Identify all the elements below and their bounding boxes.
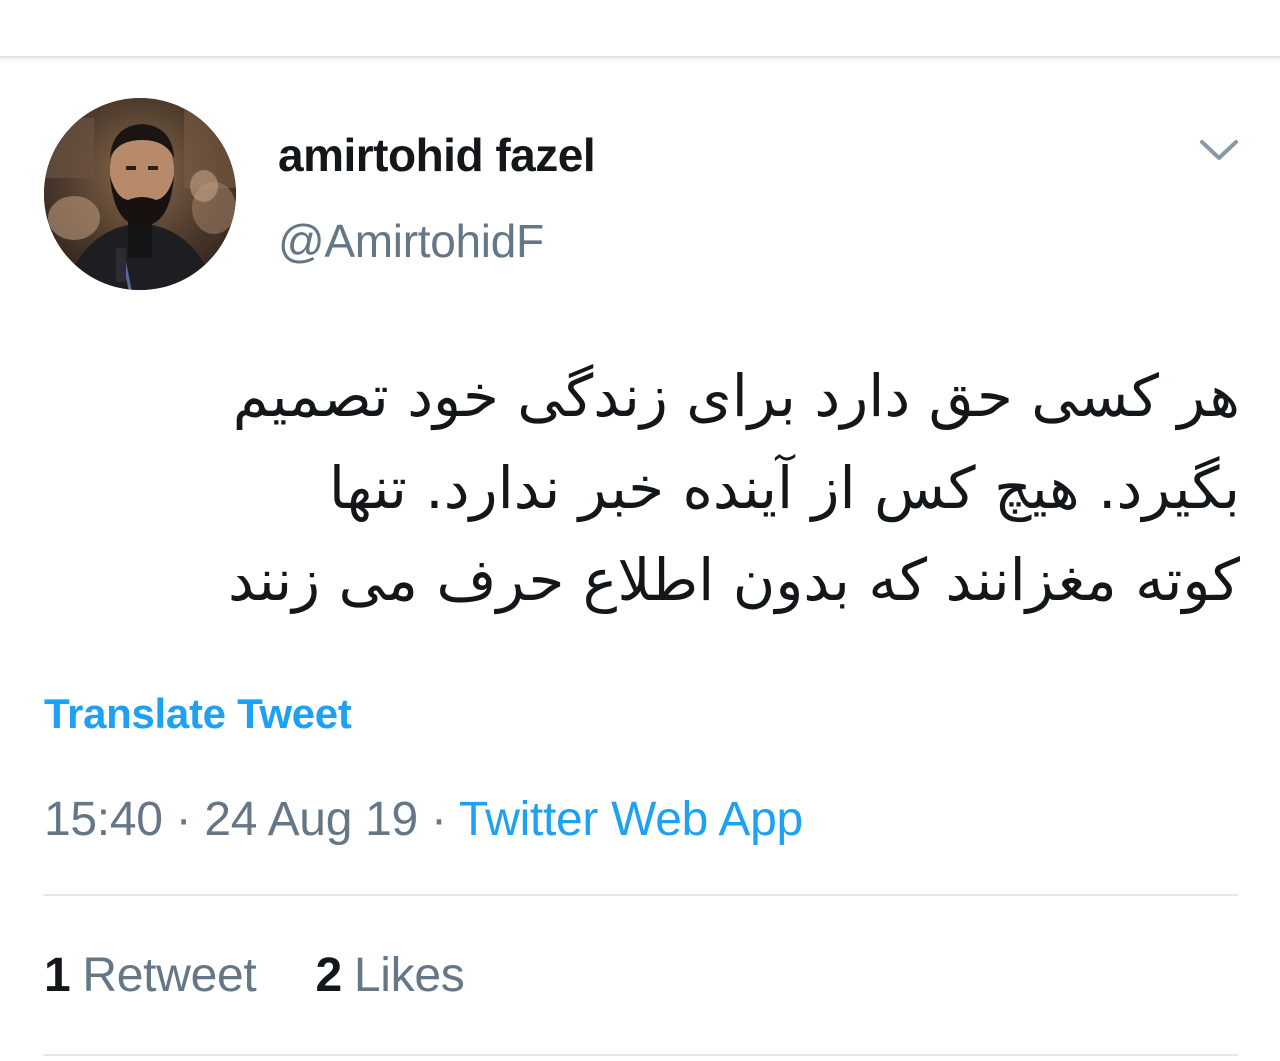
tweet-meta: 15:40 · 24 Aug 19 · Twitter Web App — [44, 792, 803, 847]
likes-stat[interactable]: 2 Likes — [315, 948, 464, 1003]
meta-separator: · — [430, 793, 447, 846]
tweet-time: 15:40 — [44, 793, 163, 846]
tweet-date: 24 Aug 19 — [204, 793, 418, 846]
chevron-down-icon — [1200, 140, 1238, 160]
avatar[interactable] — [44, 98, 236, 290]
tweet-text-line: هر کسی حق دارد برای زندگی خود تصمیم — [232, 362, 1240, 430]
divider — [44, 1054, 1238, 1056]
likes-label: Likes — [353, 949, 465, 1002]
retweets-stat[interactable]: 1 Retweet — [44, 948, 257, 1003]
top-bar — [0, 0, 1280, 58]
tweet-text-line: بگیرد. هیچ کس از آینده خبر ندارد. تنها — [328, 454, 1240, 522]
tweet-text-line: کوته مغزانند که بدون اطلاع حرف می زنند — [228, 546, 1240, 614]
likes-count: 2 — [315, 949, 342, 1002]
divider — [44, 894, 1238, 896]
retweets-count: 1 — [44, 949, 71, 1002]
meta-separator: · — [175, 793, 192, 846]
tweet-stats: 1 Retweet 2 Likes — [44, 948, 465, 1003]
author-display-name[interactable]: amirtohid fazel — [278, 128, 596, 182]
translate-tweet-link[interactable]: Translate Tweet — [44, 690, 352, 738]
tweet-menu-button[interactable] — [1196, 134, 1242, 166]
tweet-source-link[interactable]: Twitter Web App — [459, 793, 803, 846]
retweets-label: Retweet — [82, 949, 257, 1002]
author-handle[interactable]: @AmirtohidF — [278, 214, 544, 268]
avatar-photo — [44, 98, 236, 290]
tweet-text: هر کسی حق دارد برای زندگی خود تصمیم بگیر… — [40, 350, 1240, 626]
